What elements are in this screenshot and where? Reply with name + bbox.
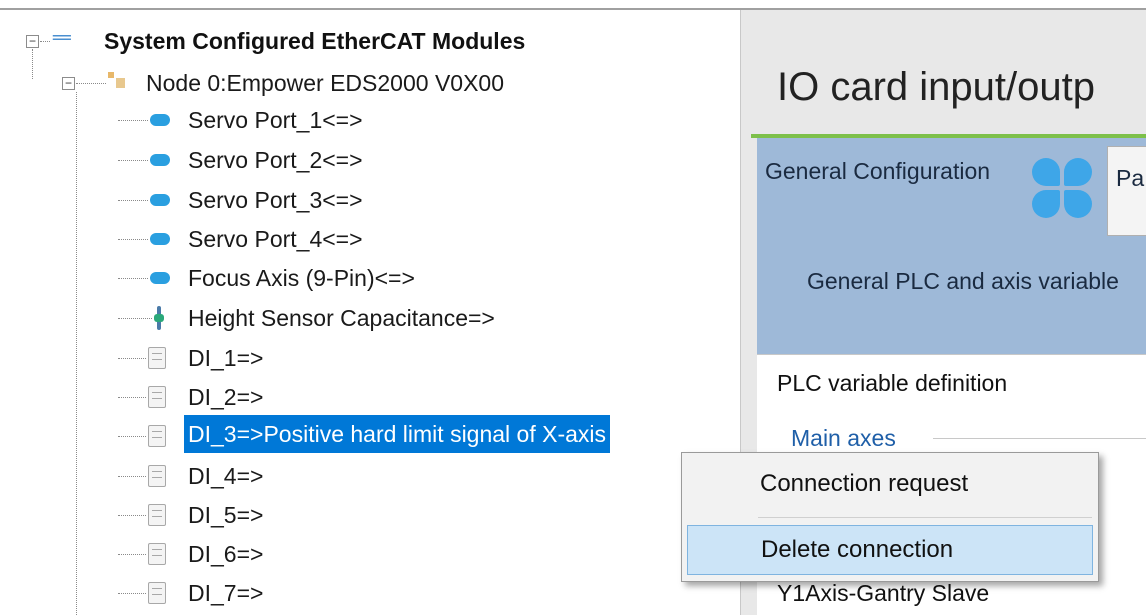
plc-variable-definition-label: PLC variable definition (777, 370, 1008, 396)
tree-connector (118, 554, 146, 555)
tree-connector (118, 278, 148, 279)
menu-separator (758, 517, 1092, 518)
tree-item-di-2[interactable]: DI_2=> (188, 380, 263, 414)
tab-general-configuration[interactable]: General Configuration (765, 158, 990, 185)
tree-item-label: DI_1=> (188, 344, 264, 371)
menu-item-connection-request[interactable]: Connection request (682, 459, 1098, 509)
tree-connector (118, 593, 146, 594)
context-menu: Connection request Delete connection (681, 452, 1099, 582)
tree-item-label-selected: DI_3=>Positive hard limit signal of X-ax… (184, 415, 611, 453)
tree-item-servo-port-4[interactable]: Servo Port_4<=> (188, 222, 363, 256)
tree-item-di-5[interactable]: DI_5=> (188, 498, 263, 532)
tree-item-label: Servo Port_2<=> (188, 146, 363, 173)
group-divider (933, 438, 1146, 439)
tree-item-di-3[interactable]: DI_3=>Positive hard limit signal of X-ax… (184, 415, 611, 453)
module-group-icon: == (52, 27, 72, 48)
tree-connector (118, 397, 146, 398)
menu-item-label: Delete connection (761, 536, 954, 563)
digital-input-icon (148, 425, 166, 447)
tree-connector (118, 318, 152, 319)
tree-item-label: Servo Port_3<=> (188, 186, 363, 213)
tree-connector (76, 92, 77, 615)
tree-connector (32, 49, 33, 79)
tree-item-label: Servo Port_4<=> (188, 225, 363, 252)
tree-node-label: Node 0:Empower EDS2000 V0X00 (146, 69, 504, 96)
collapse-icon[interactable]: − (26, 35, 39, 48)
top-border (0, 0, 1146, 10)
servo-port-icon (150, 272, 170, 284)
tree-root[interactable]: System Configured EtherCAT Modules (104, 24, 525, 58)
tree-root-label: System Configured EtherCAT Modules (104, 27, 526, 54)
tree-item-label: DI_7=> (188, 579, 264, 606)
tree-item-di-1[interactable]: DI_1=> (188, 341, 263, 375)
servo-port-icon (150, 114, 170, 126)
module-tree[interactable]: − == System Configured EtherCAT Modules … (0, 10, 740, 615)
servo-port-icon (150, 194, 170, 206)
tree-connector (118, 120, 148, 121)
node-icon (108, 72, 126, 90)
page-title: IO card input/outp (777, 65, 1095, 109)
menu-item-label: Connection request (760, 470, 969, 497)
tree-item-label: Servo Port_1<=> (188, 106, 363, 133)
tree-connector (118, 515, 146, 516)
tree-item-label: DI_5=> (188, 501, 264, 528)
tree-connector (76, 83, 106, 84)
tree-connector (118, 160, 148, 161)
y1-axis-label: Y1Axis-Gantry Slave (777, 580, 990, 606)
sensor-icon (154, 306, 164, 330)
digital-input-icon (148, 347, 166, 369)
tree-item-label: Height Sensor Capacitance=> (188, 304, 495, 331)
digital-input-icon (148, 386, 166, 408)
collapse-icon[interactable]: − (62, 77, 75, 90)
main-axes-group-label: Main axes (791, 425, 896, 451)
tree-item-focus-axis[interactable]: Focus Axis (9-Pin)<=> (188, 261, 415, 295)
tree-connector (118, 476, 146, 477)
digital-input-icon (148, 465, 166, 487)
tree-connector (118, 358, 146, 359)
tree-connector (118, 436, 146, 437)
servo-port-icon (150, 233, 170, 245)
tree-item-label: Focus Axis (9-Pin)<=> (188, 264, 415, 291)
tree-connector (118, 239, 148, 240)
digital-input-icon (148, 582, 166, 604)
digital-input-icon (148, 543, 166, 565)
tree-connector (40, 41, 50, 42)
tree-item-di-4[interactable]: DI_4=> (188, 459, 263, 493)
tree-item-label: DI_2=> (188, 383, 264, 410)
tree-node[interactable]: Node 0:Empower EDS2000 V0X00 (146, 66, 504, 100)
config-description: General PLC and axis variable (807, 268, 1119, 294)
tree-item-label: DI_6=> (188, 540, 264, 567)
tab-partial[interactable]: Pa (1107, 146, 1146, 236)
menu-item-delete-connection[interactable]: Delete connection (687, 525, 1093, 575)
tree-item-height-sensor[interactable]: Height Sensor Capacitance=> (188, 301, 495, 335)
tree-item-servo-port-3[interactable]: Servo Port_3<=> (188, 183, 363, 217)
tree-item-di-7[interactable]: DI_7=> (188, 576, 263, 610)
tree-connector (118, 200, 148, 201)
tab-partial-label: Pa (1116, 165, 1145, 191)
tree-item-di-6[interactable]: DI_6=> (188, 537, 263, 571)
general-config-icon (1032, 158, 1096, 222)
tree-item-servo-port-1[interactable]: Servo Port_1<=> (188, 103, 363, 137)
digital-input-icon (148, 504, 166, 526)
tree-item-servo-port-2[interactable]: Servo Port_2<=> (188, 143, 363, 177)
tree-item-label: DI_4=> (188, 462, 264, 489)
servo-port-icon (150, 154, 170, 166)
